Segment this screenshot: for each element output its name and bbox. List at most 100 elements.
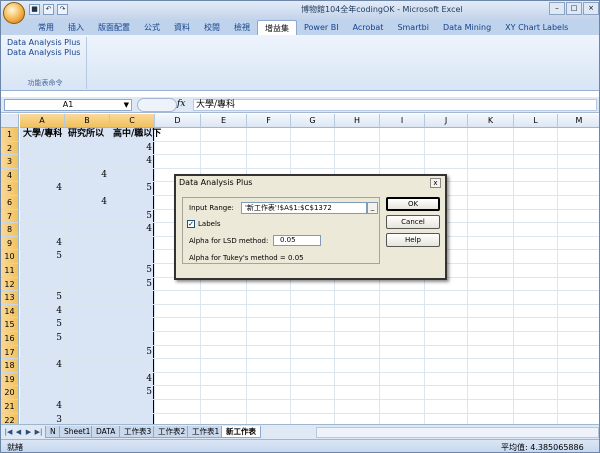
column-header[interactable]: E [201,114,247,128]
undo-icon[interactable]: ↶ [43,4,54,15]
data-cell[interactable]: 4 [110,142,152,155]
horizontal-scrollbar[interactable] [316,427,599,438]
row-header[interactable]: 1 [1,128,19,142]
lsd-alpha-input[interactable]: 0.05 [273,235,321,246]
data-cell[interactable]: 4 [110,155,152,168]
data-cell[interactable]: 4 [20,237,62,250]
range-select-button[interactable]: _ [367,202,378,214]
ribbon-tab[interactable]: Smartbi [390,20,436,35]
row-header[interactable]: 13 [1,291,19,305]
row-header[interactable]: 8 [1,223,19,237]
ribbon-tab[interactable]: 公式 [137,20,167,35]
column-header[interactable]: J [425,114,468,128]
data-cell[interactable]: 4 [20,400,62,413]
ribbon-tab[interactable]: 校閱 [197,20,227,35]
input-range-field[interactable]: '新工作表'!$A$1:$C$1372 [241,202,367,214]
column-header[interactable]: C [110,114,155,128]
row-header[interactable]: 14 [1,304,19,319]
column-header[interactable]: K [468,114,514,128]
ok-button[interactable]: OK [386,197,440,211]
data-cell[interactable]: 5 [20,332,62,345]
data-cell[interactable]: 5 [110,278,152,291]
sheet-tab[interactable]: DATA [91,426,121,438]
data-cell[interactable]: 5 [110,182,152,195]
row-header[interactable]: 16 [1,332,19,346]
data-cell[interactable]: 4 [20,359,62,372]
data-cell[interactable]: 4 [110,223,152,236]
ribbon-tab[interactable]: Data Mining [436,20,498,35]
ribbon-tab[interactable]: XY Chart Labels [498,20,575,35]
prev-sheet-icon[interactable]: ◀ [14,427,23,437]
data-analysis-plus-menu[interactable]: Data Analysis Plus [3,37,86,47]
ribbon-tab[interactable]: 增益集 [257,20,297,35]
data-cell[interactable]: 5 [110,386,152,399]
maximize-icon[interactable]: □ [566,2,582,15]
formula-input[interactable]: 大學/專科 [193,99,597,111]
row-header[interactable]: 9 [1,236,19,251]
ribbon-tab[interactable]: 常用 [31,20,61,35]
row-header[interactable]: 3 [1,155,19,169]
data-cell[interactable]: 4 [65,169,107,182]
row-header[interactable]: 10 [1,250,19,264]
sheet-tab[interactable]: Sheet1 [59,426,96,438]
help-button[interactable]: Help [386,233,440,247]
redo-icon[interactable]: ↷ [57,4,68,15]
row-header[interactable]: 4 [1,168,19,183]
last-sheet-icon[interactable]: ▶| [34,427,43,437]
row-header[interactable]: 12 [1,277,19,292]
sheet-tab[interactable]: 工作表3 [119,426,157,438]
row-header[interactable]: 22 [1,413,19,424]
data-cell[interactable]: 3 [20,414,62,424]
name-box[interactable]: A1 ▼ [4,99,132,111]
column-header[interactable]: H [335,114,380,128]
ribbon-tab[interactable]: 版面配置 [91,20,137,35]
data-cell[interactable]: 4 [20,305,62,318]
column-header[interactable]: D [155,114,201,128]
column-header[interactable]: G [291,114,335,128]
header-cell[interactable]: 研究所以 [68,128,113,141]
chevron-down-icon[interactable]: ▼ [124,100,129,110]
row-header[interactable]: 18 [1,359,19,373]
sheet-tab[interactable]: 新工作表 [221,426,261,438]
column-header[interactable]: L [514,114,558,128]
data-analysis-plus-menu-item[interactable]: Data Analysis Plus [3,47,86,57]
office-button[interactable] [3,2,25,24]
function-icon[interactable]: fx [177,99,185,109]
header-cell[interactable]: 高中/職以下 [113,128,161,141]
data-cell[interactable]: 4 [20,182,62,195]
data-cell[interactable]: 5 [20,250,62,263]
column-header[interactable]: A [20,114,65,128]
row-header[interactable]: 17 [1,345,19,360]
row-header[interactable]: 5 [1,182,19,196]
header-cell[interactable]: 大學/專科 [23,128,68,141]
labels-checkbox[interactable]: ✓ [187,220,195,228]
ribbon-tab[interactable]: 檢視 [227,20,257,35]
row-header[interactable]: 19 [1,372,19,387]
row-header[interactable]: 20 [1,386,19,400]
ribbon-tab[interactable]: 插入 [61,20,91,35]
data-cell[interactable]: 5 [20,291,62,304]
data-cell[interactable]: 5 [110,346,152,359]
column-header[interactable]: F [247,114,291,128]
row-header[interactable]: 11 [1,264,19,278]
next-sheet-icon[interactable]: ▶ [24,427,33,437]
row-header[interactable]: 21 [1,400,19,414]
minimize-icon[interactable]: – [549,2,565,15]
column-header[interactable]: M [558,114,599,128]
row-header[interactable]: 7 [1,209,19,224]
data-cell[interactable]: 5 [110,264,152,277]
ribbon-tab[interactable]: Power BI [297,20,346,35]
first-sheet-icon[interactable]: |◀ [4,427,13,437]
sheet-tab[interactable]: 工作表2 [153,426,191,438]
ribbon-tab[interactable]: Acrobat [346,20,391,35]
row-header[interactable]: 6 [1,196,19,210]
close-icon[interactable]: x [430,178,441,188]
ribbon-tab[interactable]: 資料 [167,20,197,35]
data-cell[interactable]: 4 [65,196,107,209]
row-header[interactable]: 2 [1,141,19,156]
column-header[interactable]: I [380,114,425,128]
close-icon[interactable]: × [583,2,599,15]
save-icon[interactable]: ■ [29,4,40,15]
cancel-button[interactable]: Cancel [386,215,440,229]
data-cell[interactable]: 5 [110,210,152,223]
